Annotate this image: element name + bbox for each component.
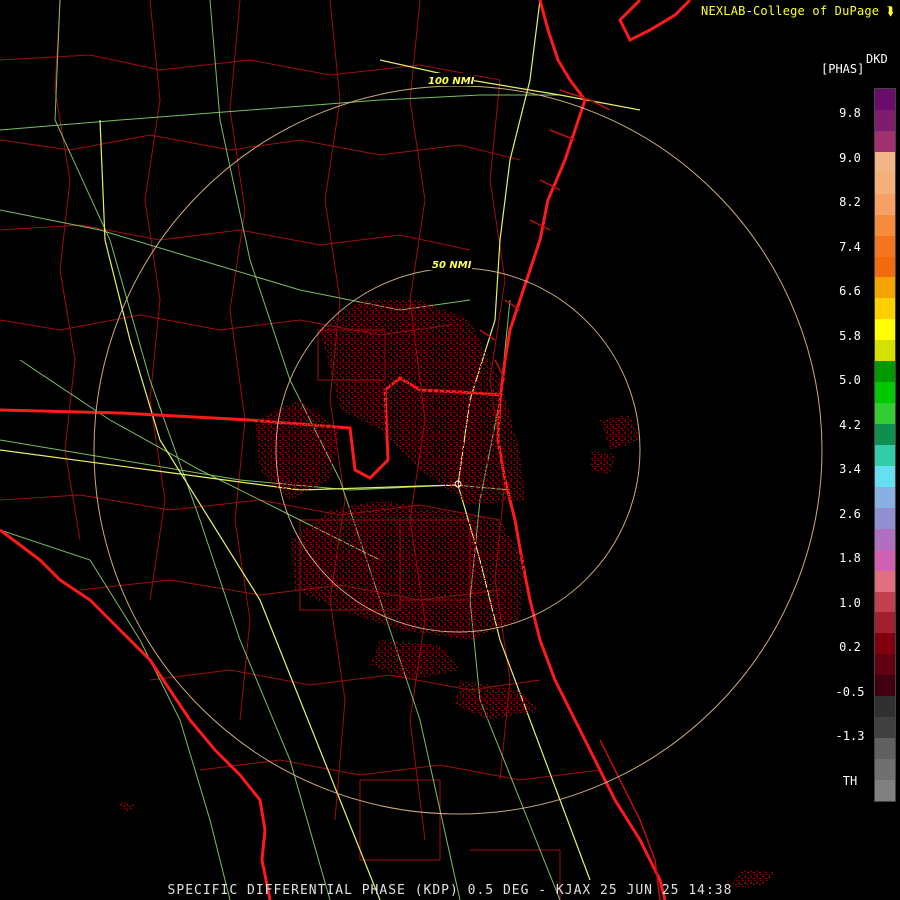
radar-echoes	[118, 300, 775, 888]
legend-tick-label: 0.2	[839, 640, 861, 654]
legend-tick-label: 3.4	[839, 462, 861, 476]
legend-tick-label: -1.3	[835, 729, 865, 743]
legend-swatch	[875, 319, 895, 341]
credit-text: NEXLAB-College of DuPage ⮯	[701, 4, 894, 18]
legend-tick-label: 5.0	[839, 373, 861, 387]
legend-swatch	[875, 612, 895, 634]
legend-swatch	[875, 465, 895, 487]
legend-tick-label: 2.6	[839, 506, 861, 521]
legend-swatch	[875, 89, 895, 110]
legend-tick-label: 6.6	[839, 284, 861, 298]
legend-tick-label: 1.0	[839, 595, 861, 610]
legend-swatch	[875, 130, 895, 152]
legend-swatch	[875, 633, 895, 655]
legend-swatch	[875, 151, 895, 173]
legend-tick-label: 7.4	[839, 239, 861, 254]
legend-swatch	[875, 277, 895, 299]
legend-tick-label: 8.2	[839, 195, 861, 209]
range-label-100: 100 NMI	[428, 76, 475, 87]
legend-swatch	[875, 403, 895, 424]
legend-swatch	[875, 549, 895, 571]
legend-tick-label: 9.0	[839, 150, 861, 165]
legend-swatch	[875, 779, 895, 801]
range-label-50: 50 NMI	[432, 260, 472, 271]
legend-swatch	[875, 696, 895, 718]
legend-swatch	[875, 759, 895, 780]
radar-map: 50 NMI 100 NMI	[0, 0, 823, 900]
legend-swatch	[875, 675, 895, 697]
legend-swatch	[875, 738, 895, 759]
legend-tick-label: 1.8	[839, 551, 861, 565]
legend-swatch	[875, 361, 895, 383]
legend-swatch	[875, 486, 895, 508]
legend-swatch	[875, 235, 895, 257]
legend-swatch	[875, 193, 895, 215]
legend-swatch	[875, 444, 895, 466]
legend-swatch	[875, 424, 895, 445]
legend-swatch	[875, 717, 895, 739]
legend-swatch	[875, 109, 895, 131]
legend-tick-label: -0.5	[835, 684, 865, 699]
legend-swatch	[875, 256, 895, 278]
legend-swatch	[875, 340, 895, 362]
legend-unit-bottom: [PHAS]	[821, 62, 865, 76]
radar-display: 50 NMI 100 NMI NEXLAB-College of DuPage …	[0, 0, 900, 900]
cod-logo-icon: ⮯	[886, 4, 894, 18]
legend-swatch	[875, 298, 895, 320]
legend-swatch	[875, 591, 895, 613]
legend-swatch	[875, 507, 895, 529]
legend-swatch	[875, 654, 895, 676]
legend-tick-label: 5.8	[839, 328, 861, 343]
coastline	[0, 0, 692, 900]
legend-tick-label: 9.8	[839, 106, 861, 120]
color-legend-bar	[874, 88, 896, 802]
legend-swatch	[875, 172, 895, 194]
legend-swatch	[875, 570, 895, 592]
legend-tick-label: TH	[842, 773, 858, 788]
legend-swatch	[875, 528, 895, 550]
legend-tick-label: 4.2	[839, 417, 861, 432]
legend-swatch	[875, 214, 895, 236]
legend-swatch	[875, 382, 895, 404]
product-footer: SPECIFIC DIFFERENTIAL PHASE (KDP) 0.5 DE…	[167, 883, 733, 898]
legend-unit-top: DKD	[866, 52, 888, 66]
